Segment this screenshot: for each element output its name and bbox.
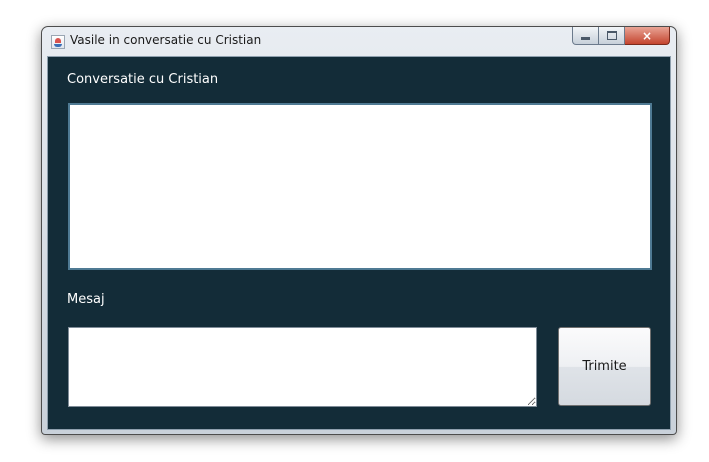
send-button[interactable]: Trimite <box>558 327 651 406</box>
close-icon: × <box>641 28 653 43</box>
minimize-icon <box>581 36 590 40</box>
caption-buttons: × <box>572 27 670 45</box>
maximize-button[interactable] <box>599 27 625 45</box>
chat-window: Vasile in conversatie cu Cristian × Conv… <box>41 26 677 435</box>
close-button[interactable]: × <box>625 27 670 45</box>
conversation-area[interactable] <box>68 103 652 270</box>
chat-panel: Conversatie cu Cristian Mesaj Trimite <box>47 56 671 430</box>
message-label: Mesaj <box>67 292 105 307</box>
message-input[interactable] <box>68 327 537 407</box>
java-icon[interactable] <box>51 35 65 49</box>
minimize-button[interactable] <box>572 27 599 45</box>
window-title: Vasile in conversatie cu Cristian <box>70 33 262 47</box>
title-bar[interactable]: Vasile in conversatie cu Cristian × <box>42 27 676 55</box>
conversation-label: Conversatie cu Cristian <box>67 72 219 87</box>
maximize-icon <box>606 31 617 40</box>
